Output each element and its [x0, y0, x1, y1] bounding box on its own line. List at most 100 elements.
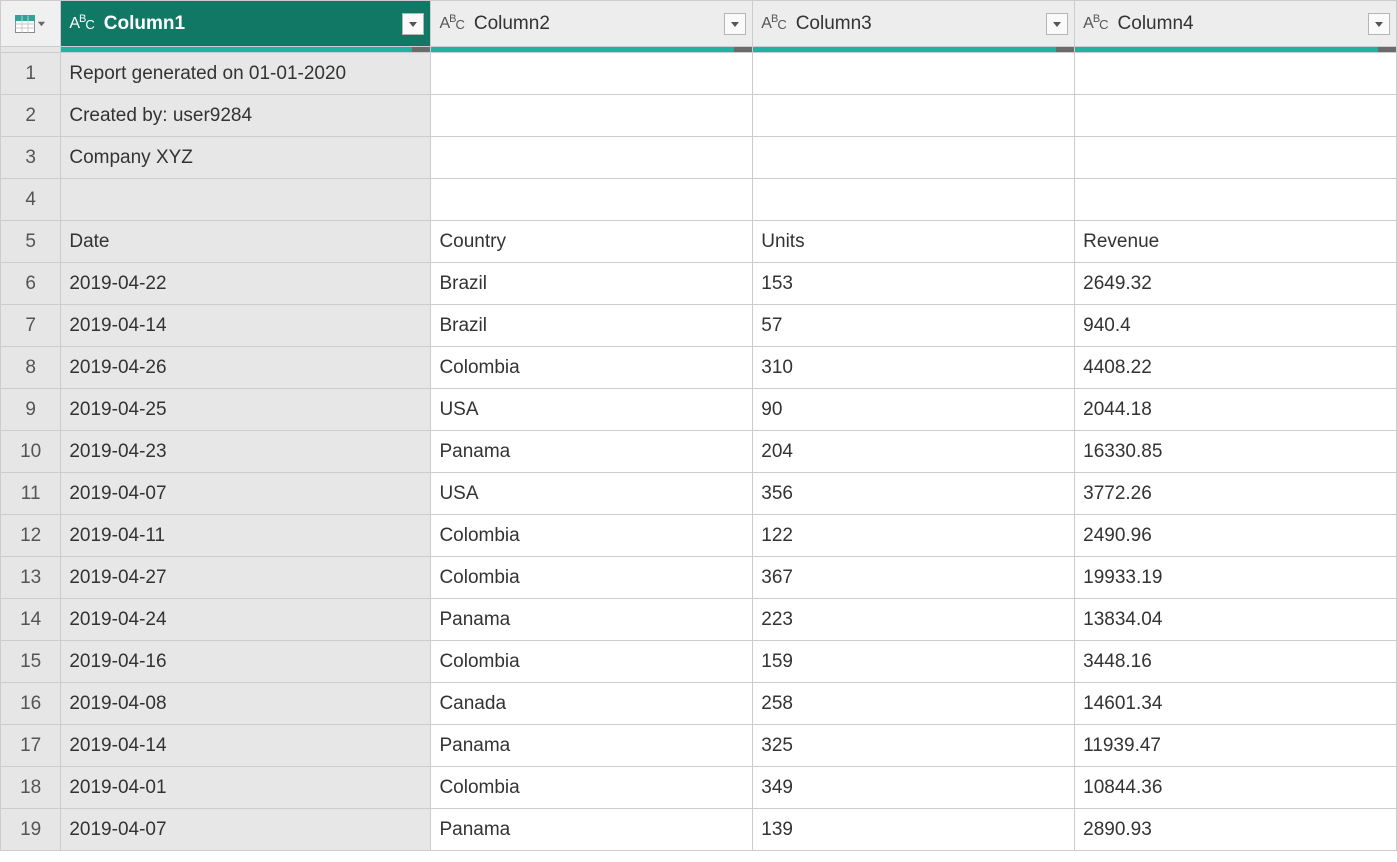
row-number[interactable]: 14 [1, 599, 61, 641]
cell[interactable]: 204 [753, 431, 1075, 473]
cell[interactable]: Colombia [431, 557, 753, 599]
column-header-4[interactable]: ABC Column4 [1075, 1, 1397, 47]
cell[interactable]: 4408.22 [1075, 347, 1397, 389]
cell[interactable]: Panama [431, 431, 753, 473]
table-row[interactable]: 1Report generated on 01-01-2020 [1, 53, 1397, 95]
table-row[interactable]: 5DateCountryUnitsRevenue [1, 221, 1397, 263]
column-filter-button[interactable] [1368, 13, 1390, 35]
cell[interactable]: Company XYZ [61, 137, 431, 179]
select-all-corner[interactable] [1, 1, 61, 47]
cell[interactable]: 2019-04-07 [61, 473, 431, 515]
cell[interactable]: 2044.18 [1075, 389, 1397, 431]
cell[interactable]: 2019-04-11 [61, 515, 431, 557]
row-number[interactable]: 5 [1, 221, 61, 263]
cell[interactable] [61, 179, 431, 221]
cell[interactable]: 2890.93 [1075, 809, 1397, 851]
cell[interactable]: Brazil [431, 305, 753, 347]
table-row[interactable]: 172019-04-14Panama32511939.47 [1, 725, 1397, 767]
cell[interactable] [1075, 53, 1397, 95]
column-header-3[interactable]: ABC Column3 [753, 1, 1075, 47]
cell[interactable] [753, 179, 1075, 221]
cell[interactable]: 2019-04-25 [61, 389, 431, 431]
cell[interactable]: 310 [753, 347, 1075, 389]
cell[interactable]: Panama [431, 725, 753, 767]
table-row[interactable]: 3Company XYZ [1, 137, 1397, 179]
column-filter-button[interactable] [402, 13, 424, 35]
cell[interactable]: 258 [753, 683, 1075, 725]
cell[interactable]: 11939.47 [1075, 725, 1397, 767]
cell[interactable]: 2019-04-14 [61, 305, 431, 347]
cell[interactable]: Panama [431, 599, 753, 641]
row-number[interactable]: 16 [1, 683, 61, 725]
cell[interactable] [431, 179, 753, 221]
table-row[interactable]: 142019-04-24Panama22313834.04 [1, 599, 1397, 641]
column-filter-button[interactable] [724, 13, 746, 35]
cell[interactable]: 2019-04-22 [61, 263, 431, 305]
table-row[interactable]: 72019-04-14Brazil57940.4 [1, 305, 1397, 347]
cell[interactable] [1075, 137, 1397, 179]
row-number[interactable]: 6 [1, 263, 61, 305]
cell[interactable]: USA [431, 473, 753, 515]
cell[interactable] [431, 137, 753, 179]
cell[interactable]: Revenue [1075, 221, 1397, 263]
cell[interactable]: 349 [753, 767, 1075, 809]
cell[interactable]: Report generated on 01-01-2020 [61, 53, 431, 95]
cell[interactable]: 3772.26 [1075, 473, 1397, 515]
row-number[interactable]: 1 [1, 53, 61, 95]
cell[interactable]: 2019-04-26 [61, 347, 431, 389]
cell[interactable]: 90 [753, 389, 1075, 431]
cell[interactable]: 2019-04-07 [61, 809, 431, 851]
cell[interactable]: 10844.36 [1075, 767, 1397, 809]
table-row[interactable]: 122019-04-11Colombia1222490.96 [1, 515, 1397, 557]
cell[interactable]: 367 [753, 557, 1075, 599]
cell[interactable]: 159 [753, 641, 1075, 683]
cell[interactable]: 14601.34 [1075, 683, 1397, 725]
cell[interactable]: Country [431, 221, 753, 263]
cell[interactable] [753, 53, 1075, 95]
table-row[interactable]: 2Created by: user9284 [1, 95, 1397, 137]
cell[interactable]: 2019-04-27 [61, 557, 431, 599]
table-row[interactable]: 102019-04-23Panama20416330.85 [1, 431, 1397, 473]
cell[interactable]: 2490.96 [1075, 515, 1397, 557]
cell[interactable]: 139 [753, 809, 1075, 851]
row-number[interactable]: 3 [1, 137, 61, 179]
row-number[interactable]: 15 [1, 641, 61, 683]
table-row[interactable]: 162019-04-08Canada25814601.34 [1, 683, 1397, 725]
cell[interactable] [1075, 179, 1397, 221]
cell[interactable]: Colombia [431, 641, 753, 683]
row-number[interactable]: 10 [1, 431, 61, 473]
table-row[interactable]: 62019-04-22Brazil1532649.32 [1, 263, 1397, 305]
row-number[interactable]: 17 [1, 725, 61, 767]
cell[interactable]: 153 [753, 263, 1075, 305]
cell[interactable]: 16330.85 [1075, 431, 1397, 473]
cell[interactable]: 3448.16 [1075, 641, 1397, 683]
cell[interactable]: Brazil [431, 263, 753, 305]
cell[interactable]: 2019-04-16 [61, 641, 431, 683]
cell[interactable]: 325 [753, 725, 1075, 767]
column-header-2[interactable]: ABC Column2 [431, 1, 753, 47]
cell[interactable]: 57 [753, 305, 1075, 347]
row-number[interactable]: 19 [1, 809, 61, 851]
cell[interactable]: Date [61, 221, 431, 263]
row-number[interactable]: 9 [1, 389, 61, 431]
cell[interactable]: 2019-04-24 [61, 599, 431, 641]
cell[interactable]: 122 [753, 515, 1075, 557]
cell[interactable]: Units [753, 221, 1075, 263]
cell[interactable]: Colombia [431, 347, 753, 389]
row-number[interactable]: 7 [1, 305, 61, 347]
cell[interactable]: 356 [753, 473, 1075, 515]
column-filter-button[interactable] [1046, 13, 1068, 35]
row-number[interactable]: 12 [1, 515, 61, 557]
table-row[interactable]: 4 [1, 179, 1397, 221]
column-header-1[interactable]: ABC Column1 [61, 1, 431, 47]
row-number[interactable]: 13 [1, 557, 61, 599]
cell[interactable]: USA [431, 389, 753, 431]
cell[interactable]: 13834.04 [1075, 599, 1397, 641]
cell[interactable]: 223 [753, 599, 1075, 641]
row-number[interactable]: 11 [1, 473, 61, 515]
cell[interactable]: 2019-04-14 [61, 725, 431, 767]
table-row[interactable]: 112019-04-07USA3563772.26 [1, 473, 1397, 515]
cell[interactable] [753, 95, 1075, 137]
cell[interactable]: 2019-04-23 [61, 431, 431, 473]
table-row[interactable]: 92019-04-25USA902044.18 [1, 389, 1397, 431]
